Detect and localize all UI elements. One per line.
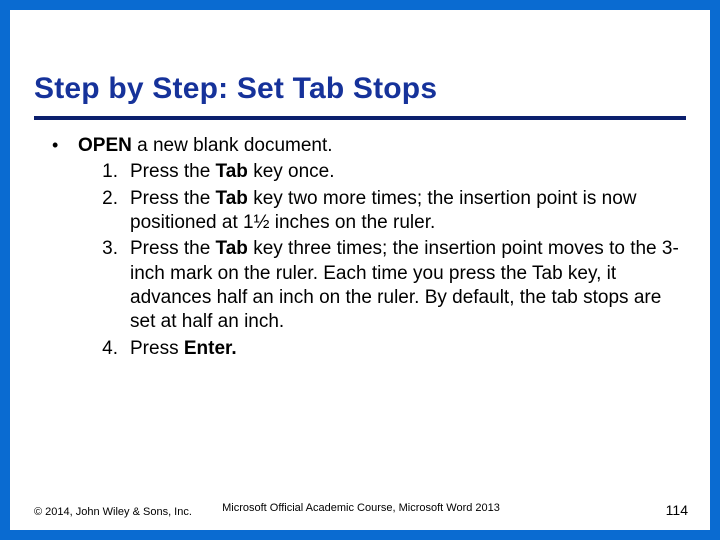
header: Step by Step: Set Tab Stops [10, 64, 710, 112]
step-number: 3. [96, 237, 130, 334]
list-item: 3. Press the Tab key three times; the in… [96, 237, 682, 334]
step-text: Press the Tab key two more times; the in… [130, 187, 682, 236]
slide: Step by Step: Set Tab Stops OPEN a new b… [0, 0, 720, 540]
step-text: Press Enter. [130, 337, 682, 361]
step-bold: Tab [216, 161, 248, 182]
step-pre: Press the [130, 188, 216, 209]
body: OPEN a new blank document. 1. Press the … [10, 120, 710, 361]
footer-copyright: © 2014, John Wiley & Sons, Inc. [34, 506, 192, 518]
footer-page-number: 114 [666, 502, 688, 518]
lead-line: OPEN a new blank document. [58, 134, 682, 158]
steps-list: 1. Press the Tab key once. 2. Press the … [96, 160, 682, 361]
top-band [10, 10, 710, 64]
step-number: 1. [96, 160, 130, 184]
step-pre: Press the [130, 161, 216, 182]
step-text: Press the Tab key three times; the inser… [130, 237, 682, 334]
footer: © 2014, John Wiley & Sons, Inc. Microsof… [34, 502, 688, 518]
list-item: 1. Press the Tab key once. [96, 160, 682, 184]
step-number: 4. [96, 337, 130, 361]
lead-bold: OPEN [78, 135, 132, 156]
list-item: 4. Press Enter. [96, 337, 682, 361]
step-bold: Enter. [184, 338, 237, 359]
step-post: key once. [248, 161, 335, 182]
lead-rest: a new blank document. [132, 135, 333, 156]
list-item: 2. Press the Tab key two more times; the… [96, 187, 682, 236]
slide-title: Step by Step: Set Tab Stops [34, 72, 686, 106]
step-bold: Tab [216, 188, 248, 209]
step-pre: Press [130, 338, 184, 359]
footer-course: Microsoft Official Academic Course, Micr… [222, 502, 500, 514]
step-text: Press the Tab key once. [130, 160, 682, 184]
step-bold: Tab [216, 238, 248, 259]
step-pre: Press the [130, 238, 216, 259]
step-number: 2. [96, 187, 130, 236]
